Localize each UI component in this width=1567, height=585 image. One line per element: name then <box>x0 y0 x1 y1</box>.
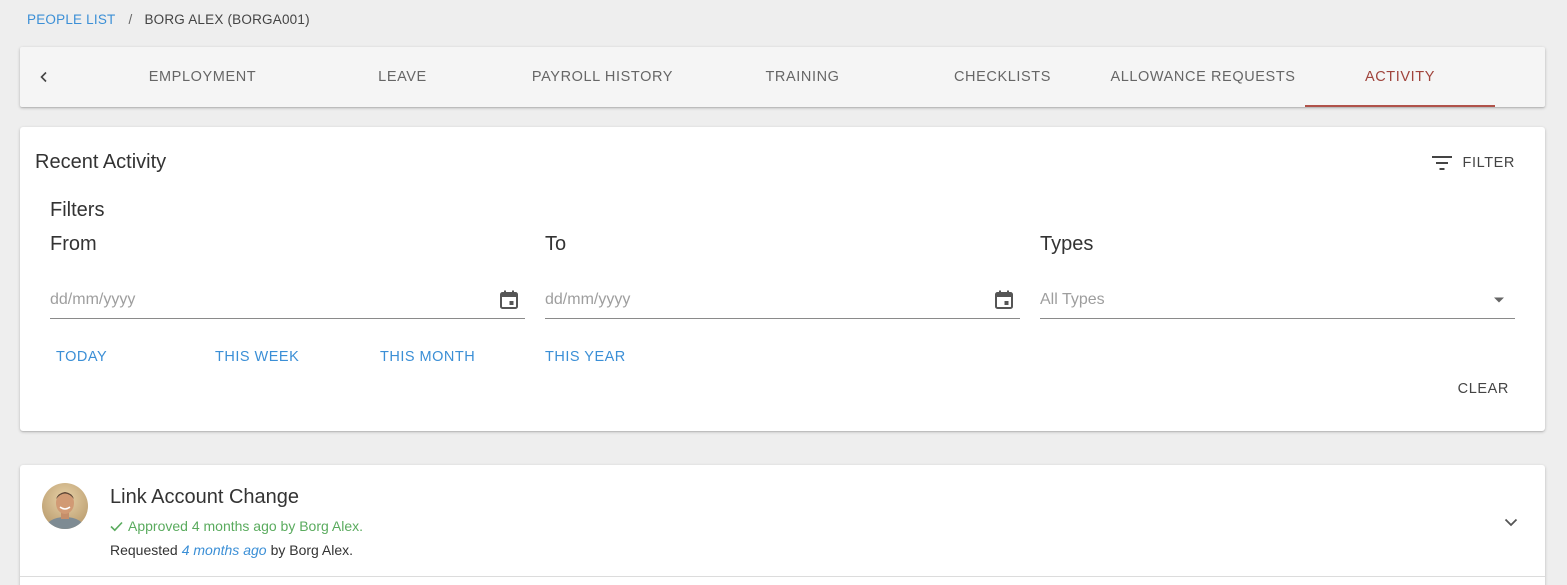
from-label: From <box>50 233 97 255</box>
breadcrumb-separator: / <box>128 12 133 27</box>
to-label: To <box>545 233 567 255</box>
tab-training[interactable]: TRAINING <box>720 47 885 107</box>
tab-bar: EMPLOYMENT LEAVE PAYROLL HISTORY TRAININ… <box>20 47 1545 107</box>
this-week-button[interactable]: THIS WEEK <box>215 349 299 365</box>
divider <box>20 576 1545 577</box>
clear-button[interactable]: CLEAR <box>1458 381 1509 397</box>
approval-status-text: Approved 4 months ago by Borg Alex. <box>128 518 364 534</box>
activity-item[interactable]: Link Account Change Approved 4 months ag… <box>20 465 1545 585</box>
breadcrumb: PEOPLE LIST / BORG ALEX (BORGA001) <box>27 12 310 27</box>
calendar-icon[interactable] <box>497 288 521 312</box>
tab-allowance-requests[interactable]: ALLOWANCE REQUESTS <box>1108 47 1298 107</box>
breadcrumb-people-list-link[interactable]: PEOPLE LIST <box>27 12 116 27</box>
tab-activity[interactable]: ACTIVITY <box>1305 47 1495 107</box>
calendar-icon[interactable] <box>992 288 1016 312</box>
tab-leave[interactable]: LEAVE <box>320 47 485 107</box>
requested-info: Requested 4 months ago by Borg Alex. <box>110 542 353 558</box>
types-label: Types <box>1040 233 1094 255</box>
types-select[interactable]: All Types <box>1040 282 1515 319</box>
filters-heading: Filters <box>50 199 105 221</box>
chevron-down-icon <box>1504 518 1518 526</box>
recent-activity-title: Recent Activity <box>35 151 167 173</box>
types-selected-value: All Types <box>1040 291 1105 308</box>
today-button[interactable]: TODAY <box>56 349 107 365</box>
activity-item-title: Link Account Change <box>110 486 300 508</box>
tab-payroll-history[interactable]: PAYROLL HISTORY <box>520 47 685 107</box>
filter-button-label: FILTER <box>1462 155 1515 171</box>
from-date-placeholder: dd/mm/yyyy <box>50 291 136 308</box>
this-month-button[interactable]: THIS MONTH <box>380 349 475 365</box>
tab-employment[interactable]: EMPLOYMENT <box>120 47 285 107</box>
dropdown-arrow-icon <box>1487 288 1511 312</box>
tab-scroll-left-button[interactable] <box>28 47 60 107</box>
to-date-field[interactable]: dd/mm/yyyy <box>545 282 1020 319</box>
breadcrumb-current: BORG ALEX (BORGA001) <box>144 12 310 27</box>
to-date-placeholder: dd/mm/yyyy <box>545 291 631 308</box>
checkmark-icon <box>110 521 123 531</box>
from-date-field[interactable]: dd/mm/yyyy <box>50 282 525 319</box>
requested-by: by Borg Alex. <box>270 542 354 558</box>
this-year-button[interactable]: THIS YEAR <box>545 349 626 365</box>
recent-activity-card: Recent Activity FILTER Filters From To T… <box>20 127 1545 431</box>
requested-time-link[interactable]: 4 months ago <box>182 542 267 558</box>
tab-checklists[interactable]: CHECKLISTS <box>920 47 1085 107</box>
expand-button[interactable] <box>1499 510 1523 534</box>
filter-button[interactable]: FILTER <box>1431 149 1515 177</box>
filter-icon <box>1431 156 1452 170</box>
requested-prefix: Requested <box>110 542 178 558</box>
approval-status: Approved 4 months ago by Borg Alex. <box>110 518 363 534</box>
chevron-left-icon <box>40 71 47 83</box>
avatar <box>42 483 88 529</box>
